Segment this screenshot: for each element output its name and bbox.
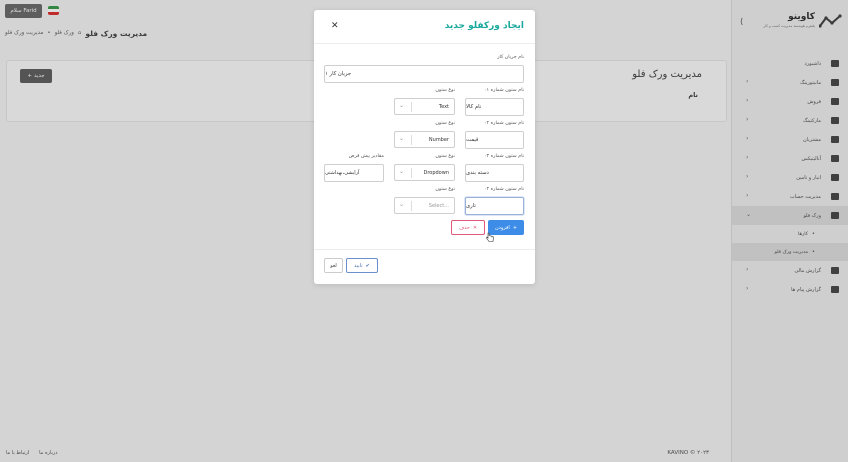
- confirm-button-label: تایید: [354, 262, 363, 269]
- plus-icon: +: [512, 224, 518, 231]
- column-2-type-select[interactable]: Number ⌄: [394, 131, 455, 148]
- modal-header: ایجاد ورکفلو جدید ✕: [314, 10, 535, 44]
- column-3-default-input[interactable]: آرایشی،بهداشتی: [324, 164, 384, 182]
- column-4-name-label: نام ستون شماره ۰۴: [483, 187, 524, 192]
- column-1-name-input[interactable]: نام کالا: [465, 98, 524, 116]
- column-3-type-select[interactable]: Dropdown ⌄: [394, 164, 455, 181]
- column-3-type-value: Dropdown: [423, 169, 449, 176]
- column-1-name-label: نام ستون شماره ۰۱: [483, 88, 524, 93]
- column-4-type-select[interactable]: Select... ⌄: [394, 197, 455, 214]
- column-1-type-value: Text: [438, 103, 449, 110]
- confirm-button[interactable]: ✔ تایید: [346, 258, 378, 273]
- close-icon: ✕: [472, 224, 478, 231]
- close-icon[interactable]: ✕: [331, 21, 339, 31]
- column-4-type-placeholder: Select...: [428, 202, 449, 209]
- column-4-name-input[interactable]: تاری: [465, 197, 524, 215]
- column-1-type-label: نوع ستون: [435, 88, 455, 93]
- add-button-label: افزودن: [494, 224, 510, 231]
- modal-title: ایجاد ورکفلو جدید: [444, 21, 524, 31]
- delete-button-label: حذف: [458, 224, 470, 231]
- modal-footer-divider: [314, 249, 535, 250]
- column-3-type-label: نوع ستون: [435, 154, 455, 159]
- column-2-name-label: نام ستون شماره ۰۲: [483, 121, 524, 126]
- column-2-type-value: Number: [428, 136, 449, 143]
- default-values-label: مقادیر پیش فرض: [348, 154, 384, 159]
- column-1-type-select[interactable]: Text ⌄: [394, 98, 455, 115]
- create-workflow-modal: ایجاد ورکفلو جدید ✕ نام جریان کار جریان …: [314, 10, 535, 284]
- workflow-name-input[interactable]: جریان کار ۱: [324, 65, 524, 83]
- chevron-down-icon: ⌄: [399, 168, 405, 175]
- check-icon: ✔: [365, 262, 370, 269]
- chevron-down-icon: ⌄: [399, 201, 405, 208]
- delete-column-button[interactable]: ✕ حذف: [451, 220, 485, 235]
- workflow-name-label: نام جریان کار: [497, 55, 524, 60]
- column-3-name-label: نام ستون شماره ۰۳: [483, 154, 524, 159]
- column-3-name-input[interactable]: دسته بندی: [465, 164, 524, 182]
- cancel-button[interactable]: لغو: [324, 258, 343, 273]
- chevron-down-icon: ⌄: [399, 135, 405, 142]
- hand-cursor-icon: [486, 232, 494, 242]
- column-4-type-label: نوع ستون: [435, 187, 455, 192]
- column-2-name-input[interactable]: قیمت: [465, 131, 524, 149]
- chevron-down-icon: ⌄: [399, 102, 405, 109]
- column-2-type-label: نوع ستون: [435, 121, 455, 126]
